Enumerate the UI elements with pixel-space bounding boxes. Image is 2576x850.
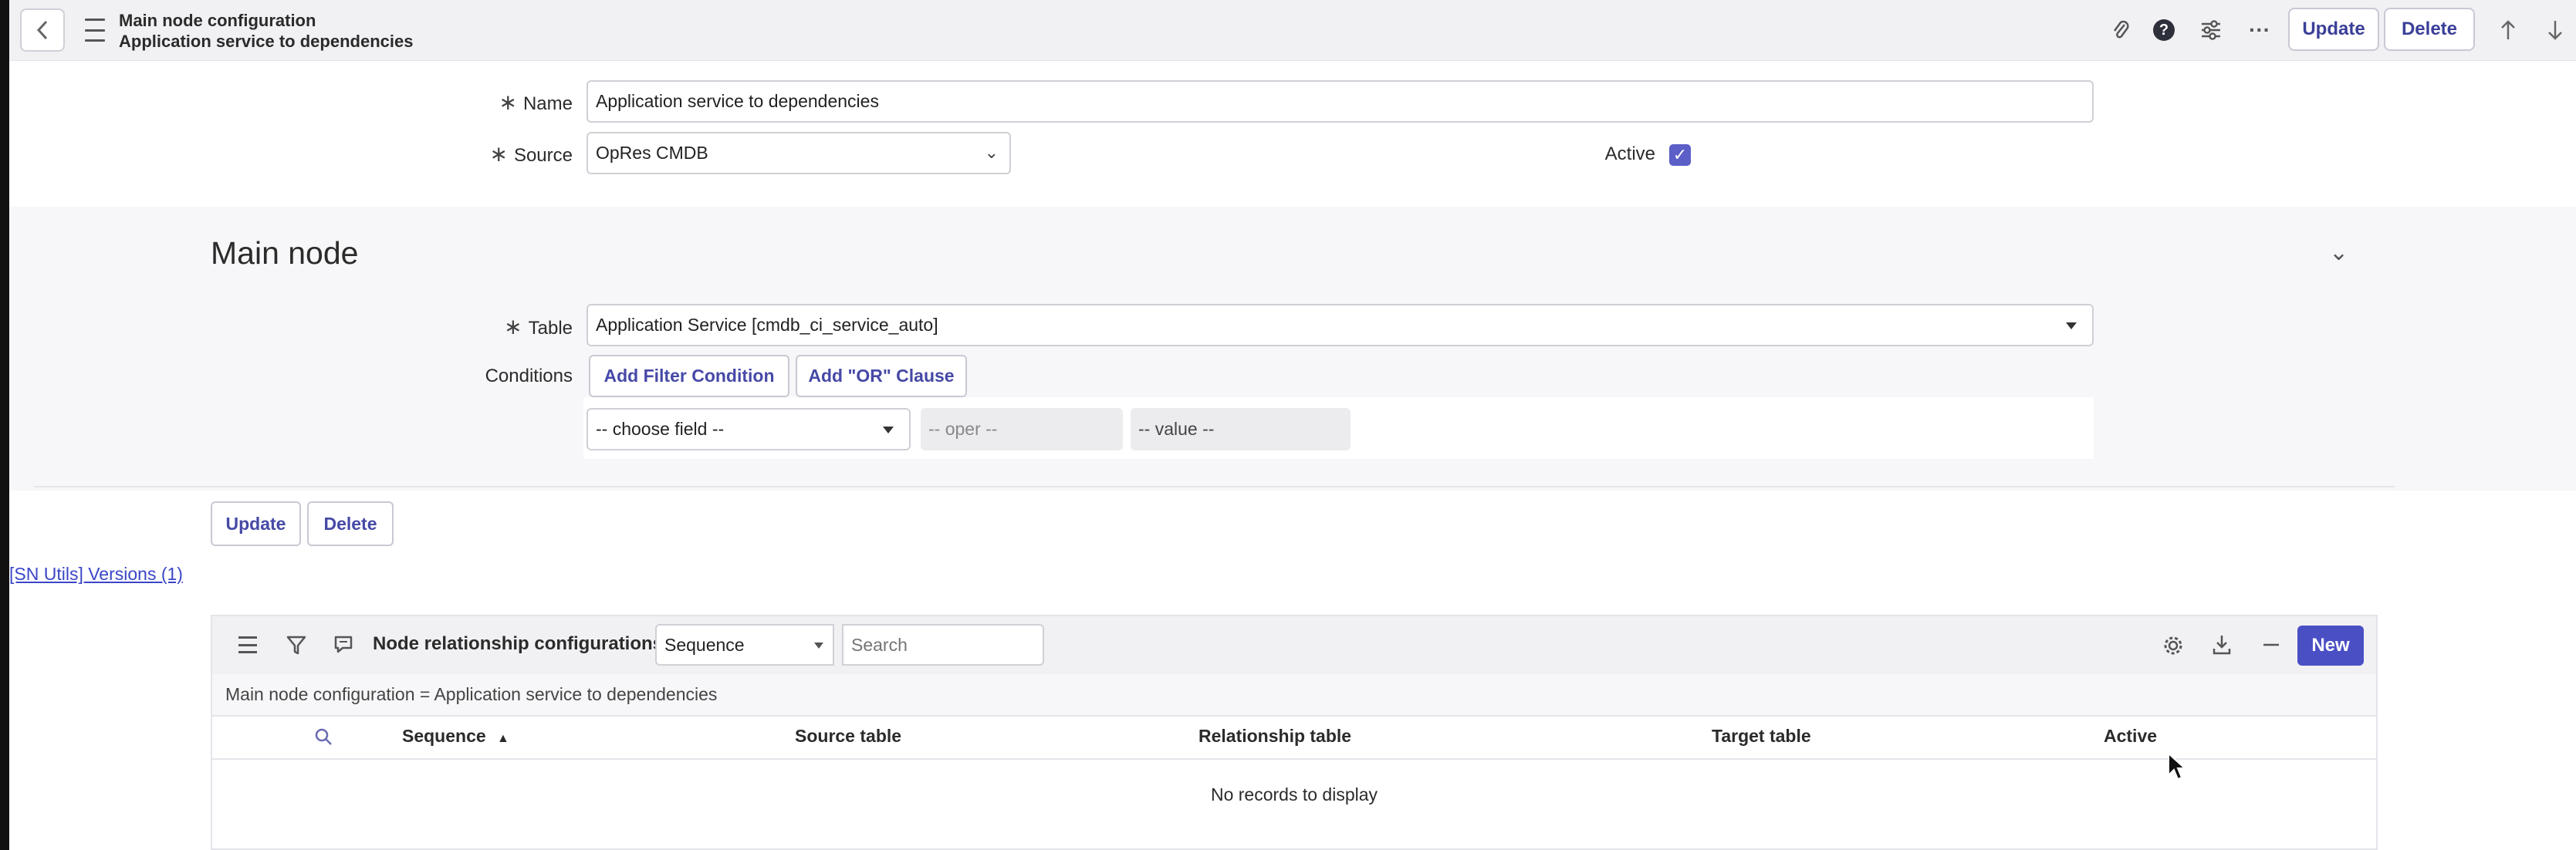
active-checkbox[interactable]: ✓ xyxy=(1669,144,1691,166)
dropdown-triangle-icon xyxy=(883,427,894,433)
conditions-label: Conditions xyxy=(485,366,573,386)
list-menu-icon[interactable] xyxy=(238,636,257,653)
name-label: ∗ Name xyxy=(499,90,573,114)
empty-message: No records to display xyxy=(1210,784,1378,804)
divider xyxy=(34,486,2395,487)
column-header-active[interactable]: Active xyxy=(2104,726,2157,747)
page-title: Main node configuration Application serv… xyxy=(119,10,413,52)
search-icon[interactable] xyxy=(314,727,333,746)
related-list: Node relationship configurations Sequenc… xyxy=(211,615,2378,850)
column-header-target-table[interactable]: Target table xyxy=(1712,726,1811,747)
add-filter-condition-button[interactable]: Add Filter Condition xyxy=(589,355,789,397)
arrow-up-icon[interactable] xyxy=(2493,14,2524,46)
checkmark-icon: ✓ xyxy=(1672,145,1688,164)
active-label: Active xyxy=(1604,143,1655,164)
source-label: ∗ Source xyxy=(489,142,573,166)
new-button[interactable]: New xyxy=(2297,626,2364,666)
form-header: Main node configuration Application serv… xyxy=(9,0,2576,61)
search-input[interactable] xyxy=(842,624,1044,666)
download-icon[interactable] xyxy=(2212,633,2232,656)
chevron-left-icon xyxy=(36,20,48,40)
arrow-down-icon[interactable] xyxy=(2540,14,2571,46)
more-options-icon[interactable]: ··· xyxy=(2244,14,2275,46)
table-label: ∗ Table xyxy=(504,315,573,339)
related-list-title: Node relationship configurations xyxy=(373,633,664,654)
source-select[interactable]: OpRes CMDB ⌄ xyxy=(587,132,1011,174)
required-icon: ∗ xyxy=(499,90,517,114)
table-select[interactable]: Application Service [cmdb_ci_service_aut… xyxy=(587,304,2094,346)
settings-sliders-icon[interactable] xyxy=(2196,14,2226,46)
search-field-select[interactable]: Sequence xyxy=(655,624,834,666)
mouse-cursor-icon xyxy=(2168,752,2187,781)
comment-icon[interactable] xyxy=(333,635,353,655)
add-or-clause-button[interactable]: Add "OR" Clause xyxy=(796,355,967,397)
collapse-chevron-icon[interactable]: ⌄ xyxy=(2329,239,2348,266)
delete-button[interactable]: Delete xyxy=(307,501,394,546)
update-button[interactable]: Update xyxy=(211,501,301,546)
column-header-sequence[interactable]: Sequence ▲ xyxy=(402,726,509,747)
dropdown-triangle-icon xyxy=(2066,322,2077,329)
section-title: Main node xyxy=(211,235,359,271)
table-header-row: Sequence ▲ Source table Relationship tab… xyxy=(212,717,2376,760)
help-icon[interactable]: ? xyxy=(2148,14,2179,46)
name-field[interactable]: Application service to dependencies xyxy=(587,80,2094,123)
filter-icon[interactable] xyxy=(286,635,306,656)
attachment-icon[interactable] xyxy=(2105,14,2136,46)
update-button-header[interactable]: Update xyxy=(2288,8,2379,51)
column-header-source-table[interactable]: Source table xyxy=(795,726,901,747)
delete-button-header[interactable]: Delete xyxy=(2384,8,2475,51)
column-header-relationship-table[interactable]: Relationship table xyxy=(1198,726,1351,747)
record-name-title: Application service to dependencies xyxy=(119,32,414,51)
window-edge xyxy=(0,0,9,850)
choose-field-select[interactable]: -- choose field -- xyxy=(587,408,911,450)
chevron-down-icon: ⌄ xyxy=(984,143,999,162)
back-button[interactable] xyxy=(20,8,65,52)
page: { "header": { "title_line1": "Main node … xyxy=(0,0,2576,850)
context-menu-icon[interactable] xyxy=(85,19,105,42)
versions-link[interactable]: [SN Utils] Versions (1) xyxy=(9,564,183,585)
related-list-toolbar: Node relationship configurations Sequenc… xyxy=(212,616,2376,674)
required-icon: ∗ xyxy=(504,315,522,339)
sort-ascending-icon: ▲ xyxy=(497,732,509,745)
record-type-title: Main node configuration xyxy=(119,11,316,30)
value-field: -- value -- xyxy=(1131,408,1351,450)
gear-icon[interactable] xyxy=(2162,635,2184,656)
breadcrumb[interactable]: Main node configuration = Application se… xyxy=(212,674,2376,717)
required-icon: ∗ xyxy=(489,142,508,166)
collapse-icon[interactable] xyxy=(2261,635,2281,655)
operator-select: -- oper -- xyxy=(921,408,1123,450)
dropdown-triangle-icon xyxy=(814,643,823,649)
